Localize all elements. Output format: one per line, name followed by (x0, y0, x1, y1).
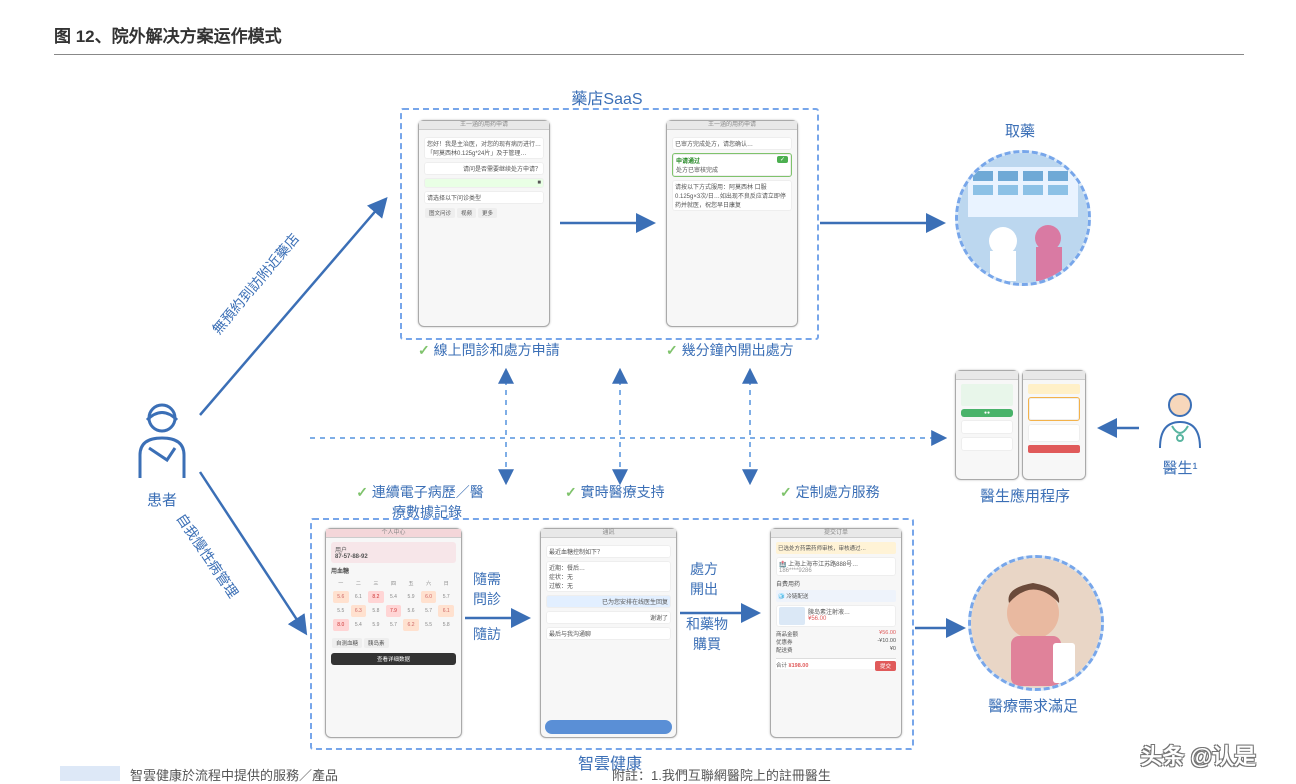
patient-block: 患者 (122, 400, 202, 510)
phone-chat-support: 通訊 最近血糖控制如下？ 近期：餐后…症状：无过敏：无 已为您安排在线医生回复 … (540, 528, 677, 738)
phone-header-2: 王一涵的用药申请 (667, 121, 797, 130)
v-arrow-3 (740, 363, 760, 446)
arrow-to-need-met (915, 620, 970, 641)
cap-online-consult: 線上問診和處方申請 (418, 340, 560, 360)
phone-prescription-issued: 王一涵的用药申请 已审方完成处方，请您确认… 申请通过✓ 处方已审核完成 请按以… (666, 120, 798, 327)
v-arrow-3d (740, 438, 760, 493)
doctor-block: 醫生¹ (1140, 388, 1220, 478)
pharmacy-saas-title: 藥店SaaS (571, 85, 642, 109)
arrow-doctor-to-app (1095, 420, 1145, 441)
footnote-legend: 智雲健康於流程中提供的服務／產品 (130, 765, 338, 784)
doctor-label: 醫生¹ (1140, 457, 1220, 478)
v-arrow-1 (496, 363, 516, 446)
footnote-note: 附註：1.我們互聯網醫院上的註冊醫生 (612, 765, 831, 784)
phone-doctor-app-2 (1022, 370, 1086, 480)
label-pickup: 取藥 (960, 120, 1080, 141)
label-doctor-app: 醫生應用程序 (960, 485, 1090, 506)
phone-consult-apply: 王一涵的用药申请 您好！我是主治医，对您的现有病历进行…「阿莫西林0.125g*… (418, 120, 550, 327)
phone-emr-record: 个人中心 用户87-57-88-92 用血糖 一二三四五六日 5.66.18.2… (325, 528, 462, 738)
watermark: 头条 @认是 (1140, 739, 1256, 771)
arrow-cloud-step2 (680, 605, 765, 626)
dotted-to-doctorapp (930, 430, 950, 451)
photo-need-met (968, 555, 1104, 691)
doctor-icon (1150, 435, 1210, 452)
phone-rx-order: 提交订单 已选处方药需药师审核，审核通过… 🏥 上海上海市江苏路888号…186… (770, 528, 902, 738)
arrow-to-pickup (820, 215, 950, 236)
arrow-cloud-step1 (465, 610, 535, 631)
cap-minutes-prescription: 幾分鐘內開出處方 (666, 340, 794, 360)
phone-doctor-app-1: ●● (955, 370, 1019, 480)
arrow-saas-step (560, 215, 660, 236)
photo-pharmacy-pickup (955, 150, 1091, 286)
figure-title: 图 12、院外解决方案运作模式 (54, 22, 282, 47)
legend-swatch (60, 766, 120, 781)
label-rx-issue: 處方開出 (690, 560, 718, 599)
title-divider (54, 54, 1244, 55)
cap-realtime-support: 實時醫療支持 (565, 482, 665, 502)
cap-emr: 連續電子病歷／醫療數據記錄 (330, 482, 510, 522)
patient-label: 患者 (122, 489, 202, 510)
v-arrow-2 (610, 363, 630, 446)
phone-header: 王一涵的用药申请 (419, 121, 549, 130)
cap-custom-rx: 定制處方服務 (780, 482, 880, 502)
label-on-demand-consult: 隨需問診 (473, 570, 501, 609)
patient-icon (127, 467, 197, 484)
label-need-met: 醫療需求滿足 (973, 695, 1093, 716)
